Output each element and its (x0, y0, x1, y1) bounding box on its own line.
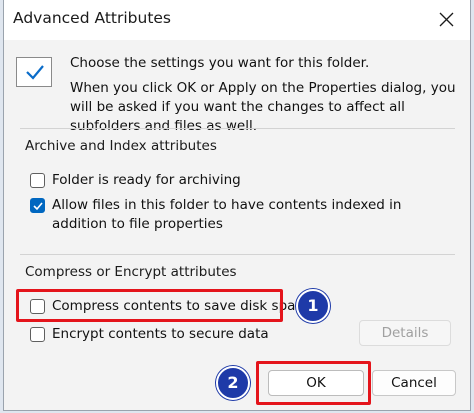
dialog-title: Advanced Attributes (13, 9, 172, 27)
compress-checkbox-row[interactable]: Compress contents to save disk space (30, 297, 311, 316)
ok-button[interactable]: OK (268, 370, 364, 396)
compress-checkbox[interactable] (30, 299, 45, 314)
index-checkbox[interactable] (30, 198, 45, 213)
settings-checkbox-icon (16, 57, 52, 87)
title-bar: Advanced Attributes (4, 0, 470, 40)
archive-checkbox-label: Folder is ready for archiving (52, 172, 241, 188)
step-1-marker: 1 (296, 289, 330, 323)
encrypt-checkbox[interactable] (30, 327, 45, 342)
advanced-attributes-dialog: Advanced Attributes Choose the settings … (3, 0, 471, 411)
step-2-marker: 2 (216, 366, 250, 400)
compress-group-label: Compress or Encrypt attributes (25, 264, 237, 280)
divider (20, 128, 455, 129)
archive-checkbox[interactable] (30, 173, 45, 188)
close-button[interactable] (424, 0, 470, 40)
encrypt-checkbox-label: Encrypt contents to secure data (52, 326, 269, 342)
compress-checkbox-label: Compress contents to save disk space (52, 298, 312, 314)
details-button[interactable]: Details (359, 320, 451, 346)
archive-group-label: Archive and Index attributes (25, 138, 217, 154)
checkmark-icon (33, 202, 43, 211)
intro-line-1: Choose the settings you want for this fo… (70, 55, 370, 71)
close-icon (439, 12, 454, 27)
index-checkbox-label: Allow files in this folder to have conte… (52, 197, 402, 232)
archive-checkbox-row[interactable]: Folder is ready for archiving (30, 171, 241, 190)
divider (20, 254, 455, 255)
encrypt-checkbox-row[interactable]: Encrypt contents to secure data (30, 325, 269, 344)
index-checkbox-row[interactable]: Allow files in this folder to have conte… (30, 196, 450, 234)
cancel-button[interactable]: Cancel (372, 370, 456, 396)
